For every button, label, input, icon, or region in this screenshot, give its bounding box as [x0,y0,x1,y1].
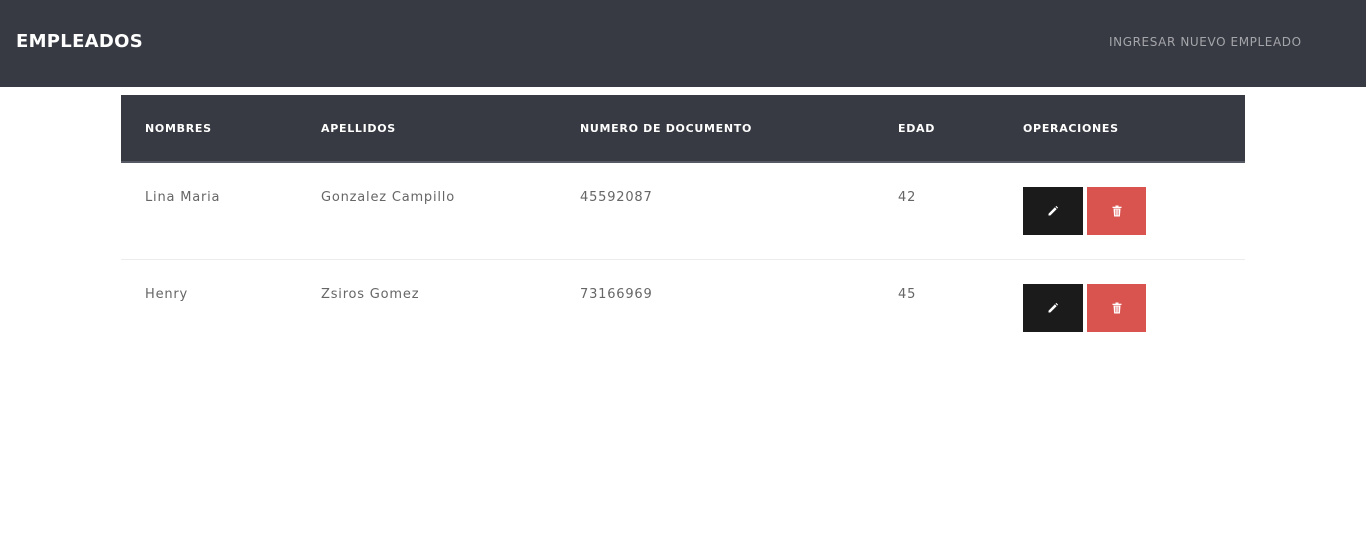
pencil-icon [1048,205,1059,216]
column-header-documento: NUMERO DE DOCUMENTO [580,121,753,135]
column-header-nombres: NOMBRES [145,121,212,135]
edit-button[interactable] [1023,283,1083,332]
column-header-operaciones: OPERACIONES [1023,121,1119,135]
cell-operaciones [999,259,1245,356]
cell-operaciones [999,162,1245,259]
edit-button[interactable] [1023,187,1083,235]
column-header-edad: EDAD [898,121,936,135]
pencil-icon [1048,302,1059,312]
cell-apellidos: Gonzalez Campillo [321,190,455,205]
trash-icon [1112,302,1121,313]
table-header-row: NOMBRES APELLIDOS NUMERO DE DOCUMENTO ED… [121,95,1245,162]
table-row: Lina Maria Gonzalez Campillo 45592087 42 [121,162,1245,259]
cell-nombres: Lina Maria [145,190,221,205]
employees-table-container: NOMBRES APELLIDOS NUMERO DE DOCUMENTO ED… [121,95,1245,356]
cell-documento: 45592087 [580,190,653,205]
cell-edad: 45 [898,286,917,302]
cell-edad: 42 [898,190,917,205]
top-navbar: EMPLEADOS INGRESAR NUEVO EMPLEADO [0,0,1366,87]
employees-table: NOMBRES APELLIDOS NUMERO DE DOCUMENTO ED… [121,95,1245,356]
cell-nombres: Henry [145,286,189,302]
delete-button[interactable] [1087,283,1146,332]
new-employee-link[interactable]: INGRESAR NUEVO EMPLEADO [1109,35,1302,49]
column-header-apellidos: APELLIDOS [321,121,396,135]
trash-icon [1112,205,1121,217]
cell-apellidos: Zsiros Gomez [321,286,420,302]
delete-button[interactable] [1087,187,1146,235]
cell-documento: 73166969 [580,286,653,302]
brand-title[interactable]: EMPLEADOS [16,31,143,53]
table-row: Henry Zsiros Gomez 73166969 45 [121,259,1245,356]
